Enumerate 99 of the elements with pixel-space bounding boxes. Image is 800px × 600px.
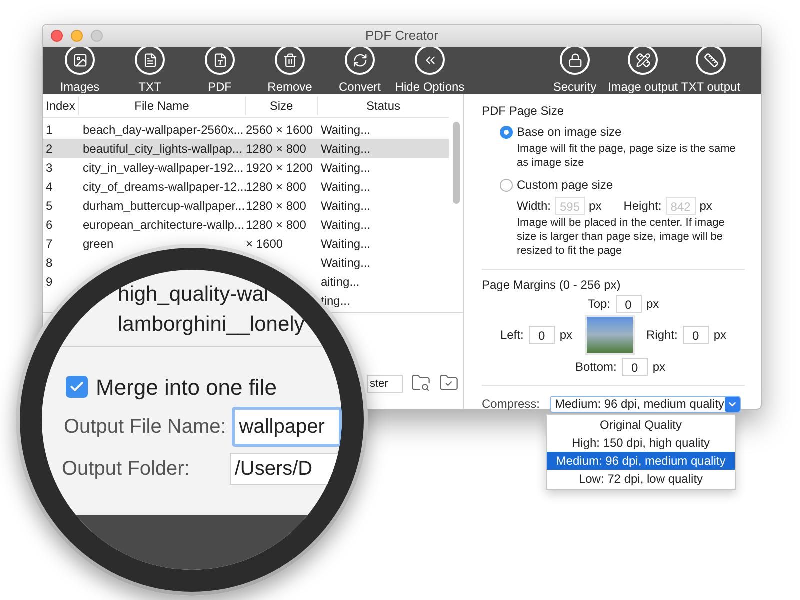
table-cell: 2560 × 1600 [246, 122, 314, 136]
scrollbar-thumb[interactable] [452, 122, 460, 204]
number-field[interactable]: 0 [616, 295, 642, 313]
image-icon [65, 45, 95, 75]
table-cell: 8 [46, 256, 53, 270]
minimize-button[interactable] [71, 30, 83, 42]
toolbar-button[interactable]: Security [541, 45, 609, 96]
dropdown-option[interactable]: Original Quality [547, 416, 735, 434]
checkbox-label: Merge into one file [96, 374, 277, 402]
table-cell: Waiting... [321, 256, 371, 270]
unit-label: px [560, 327, 572, 344]
radio-button[interactable] [500, 126, 513, 138]
compress-dropdown[interactable]: Medium: 96 dpi, medium quality [550, 396, 742, 412]
table-cell: city_in_valley-wallpaper-192... [83, 160, 244, 174]
dropdown-option[interactable]: Low: 72 dpi, low quality [547, 470, 735, 488]
table-cell: 2 [46, 142, 53, 156]
column-header[interactable]: Size [246, 96, 318, 114]
table-cell: city_of_dreams-wallpaper-12... [83, 180, 248, 194]
lock-icon [560, 45, 590, 75]
table-cell: european_architecture-wallp... [83, 218, 244, 232]
table-cell: Waiting... [321, 142, 371, 156]
table-cell: 9 [46, 274, 53, 288]
file-name-field[interactable]: wallpaper [232, 407, 342, 447]
table-cell: 1280 × 800 [246, 198, 306, 212]
toolbar-button[interactable]: PDF [185, 45, 255, 96]
table-cell: durham_buttercup-wallpaper... [83, 198, 246, 212]
unit-label: px [714, 327, 727, 344]
option-note: Image will fit the page, page size is the same as image size [516, 142, 737, 170]
table-cell: 5 [46, 198, 53, 212]
photo-placeholder [584, 315, 634, 355]
folder-search-icon[interactable] [411, 373, 431, 393]
refresh-icon [345, 45, 375, 75]
table-cell: Waiting... [321, 236, 371, 250]
radio-label: Custom page size [517, 177, 614, 194]
zoomed-filename: high_quality-wal [118, 282, 269, 308]
pencil-ruler-icon [628, 45, 658, 75]
table-cell: beautiful_city_lights-wallpap... [83, 142, 242, 156]
table-cell: 4 [46, 180, 53, 194]
number-field[interactable]: 0 [682, 326, 709, 344]
radio-button[interactable] [500, 178, 513, 192]
toolbar-button[interactable]: Convert [325, 45, 395, 96]
zoomed-filename: lamborghini__lonely [118, 312, 305, 338]
folder-check-icon[interactable] [439, 373, 459, 393]
double-chevron-icon [415, 45, 445, 75]
column-header[interactable]: Status [318, 96, 449, 114]
unit-label: px [646, 296, 660, 313]
dropdown-option[interactable]: Medium: 96 dpi, medium quality [547, 452, 735, 470]
margin-label: Top: [588, 296, 610, 313]
ruler-icon [696, 45, 726, 75]
checkbox[interactable] [66, 376, 88, 398]
field-label: Width: [517, 198, 552, 215]
margin-label: Left: [500, 327, 524, 344]
toolbar-button[interactable]: Remove [255, 45, 325, 96]
section-title: PDF Page Size [482, 103, 566, 120]
table-cell: Waiting... [321, 160, 371, 174]
input-field[interactable]: ster [367, 375, 403, 393]
unit-label: px [700, 198, 712, 215]
column-header[interactable]: File Name [79, 96, 246, 114]
compress-label: Compress: [482, 396, 540, 413]
margin-label: Right: [646, 327, 678, 344]
field-label: Output File Name: [64, 415, 226, 440]
table-cell: Waiting... [321, 180, 371, 194]
toolbar-button[interactable]: Image output [609, 45, 677, 96]
table-cell: 1920 × 1200 [246, 160, 314, 174]
table-cell: aiting... [321, 274, 360, 288]
toolbar-button[interactable]: TXT output [677, 45, 745, 96]
window-title: PDF Creator [364, 27, 440, 46]
field-label: Height: [624, 198, 662, 215]
table-cell: 1280 × 800 [246, 180, 306, 194]
option-note: Image will be placed in the center. If image size is larger than page size, image will be resized to fit the page [516, 216, 726, 258]
unit-label: px [652, 359, 666, 376]
selected-row[interactable]: 2 beautiful_city_lights-wallpap... 1280 × 800 Waiting... [43, 139, 449, 158]
table-cell: × 1600 [246, 236, 284, 250]
toolbar-button[interactable]: Images [45, 45, 115, 96]
radio-label: Base on image size [517, 124, 622, 141]
table-cell: Waiting... [321, 122, 371, 136]
margin-label: Bottom: [575, 359, 617, 376]
table-cell: 1280 × 800 [246, 218, 306, 232]
table-cell: beach_day-wallpaper-2560x... [83, 122, 244, 136]
table-cell: green [83, 236, 114, 250]
field-label: Output Folder: [62, 457, 190, 482]
pdf-file-icon [205, 45, 235, 75]
table-cell: Waiting... [321, 198, 371, 212]
unit-label: px [589, 198, 602, 215]
dropdown-option[interactable]: High: 150 dpi, high quality [547, 434, 735, 452]
table-cell: 7 [46, 236, 53, 250]
document-icon [135, 45, 165, 75]
number-field[interactable]: 0 [622, 358, 648, 376]
trash-icon [275, 45, 305, 75]
section-title: Page Margins (0 - 256 px) [482, 277, 622, 294]
toolbar-button[interactable]: TXT [115, 45, 185, 96]
table-cell: 1280 × 800 [246, 142, 306, 156]
table-cell: 6 [46, 218, 53, 232]
table-cell: Waiting... [321, 218, 371, 232]
close-button[interactable] [51, 30, 63, 42]
table-cell: 3 [46, 160, 53, 174]
column-header[interactable]: Index [43, 96, 79, 114]
table-cell: 1 [46, 122, 53, 136]
number-field[interactable]: 0 [528, 326, 555, 344]
